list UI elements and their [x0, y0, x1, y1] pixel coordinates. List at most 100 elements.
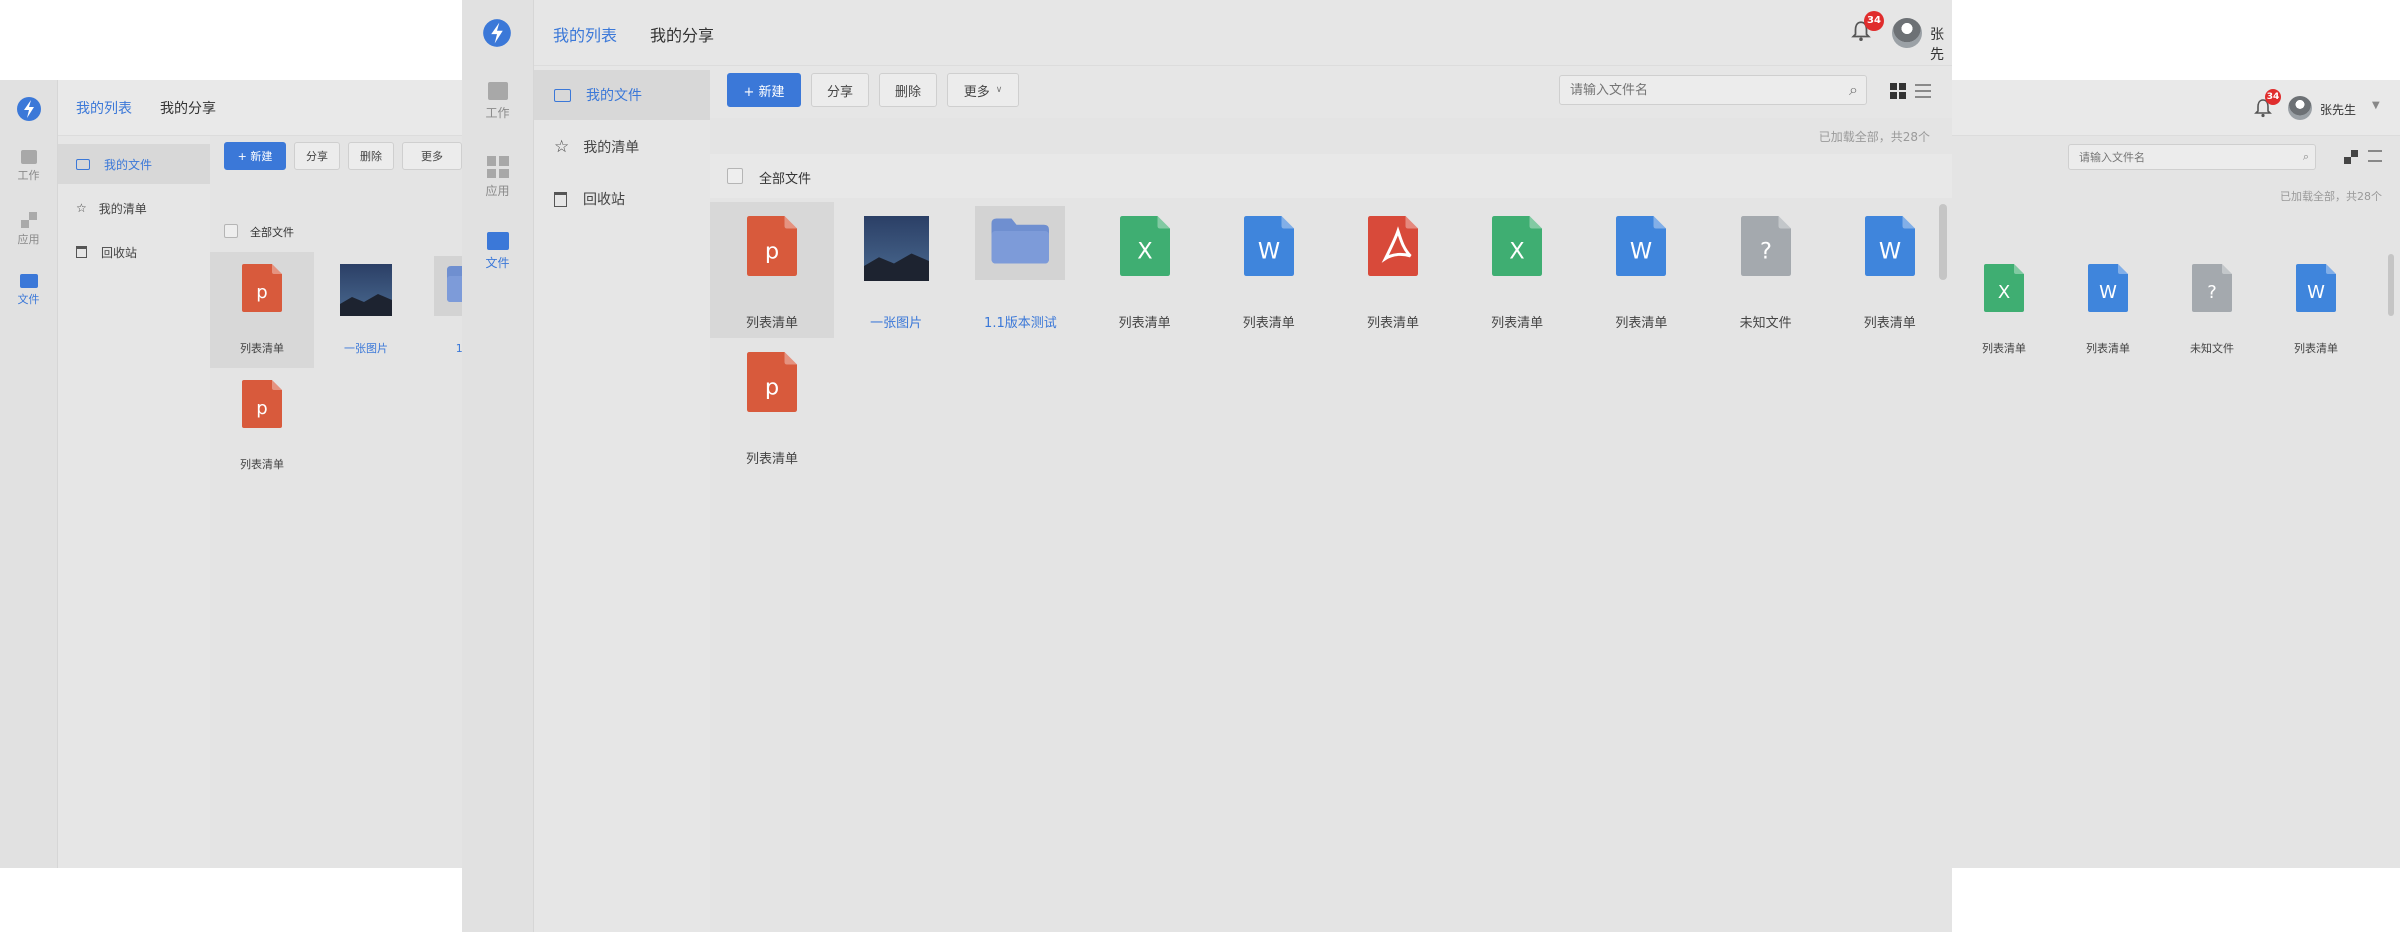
- list-view-icon[interactable]: [1915, 84, 1931, 98]
- file-name: 列表清单: [745, 452, 798, 467]
- tab-my-share[interactable]: 我的分享: [650, 22, 714, 46]
- new-button[interactable]: + 新建: [224, 142, 286, 170]
- file-item[interactable]: 列表清单: [1331, 202, 1455, 338]
- search-field[interactable]: ⌕: [1559, 75, 1867, 105]
- file-item[interactable]: W 列表清单: [2056, 252, 2160, 368]
- nav-item-my-files[interactable]: 我的文件: [58, 144, 210, 184]
- file-item[interactable]: 一张图片: [834, 202, 958, 338]
- file-name: 列表清单: [745, 316, 798, 331]
- avatar[interactable]: [2288, 96, 2312, 120]
- ppt-file-icon: p: [710, 216, 834, 280]
- file-item[interactable]: X 列表清单: [1083, 202, 1207, 338]
- file-item[interactable]: W 列表清单: [1579, 202, 1703, 338]
- file-item[interactable]: p 列表清单: [710, 202, 834, 338]
- file-item[interactable]: p 列表清单: [210, 368, 314, 484]
- svg-text:X: X: [1998, 282, 2010, 303]
- scrollbar[interactable]: [2388, 254, 2394, 316]
- file-name: 列表清单: [1982, 342, 2026, 355]
- search-field[interactable]: ⌕: [2068, 144, 2316, 170]
- file-item[interactable]: W 列表清单: [1207, 202, 1331, 338]
- load-status: 已加载全部，共28个: [1818, 130, 1930, 144]
- user-name[interactable]: 张先生: [2320, 101, 2356, 118]
- file-name: 未知文件: [1739, 316, 1792, 331]
- svg-text:W: W: [2099, 282, 2117, 303]
- avatar[interactable]: [1892, 18, 1922, 48]
- search-input[interactable]: [2079, 150, 2303, 164]
- share-button[interactable]: 分享: [811, 73, 869, 107]
- rail-item-work[interactable]: 工作: [462, 82, 533, 121]
- left-topbar: 我的列表 我的分享: [58, 80, 462, 136]
- more-button[interactable]: 更多: [402, 142, 462, 170]
- search-input[interactable]: [1570, 82, 1850, 98]
- grid-view-icon[interactable]: [2344, 150, 2358, 164]
- svg-text:?: ?: [2207, 282, 2217, 303]
- nav-item-my-checklist[interactable]: ☆ 我的清单: [58, 188, 210, 228]
- left-rail: 工作 应用 文件: [0, 80, 58, 868]
- main-rail: 工作 应用 文件: [462, 0, 534, 932]
- nav-item-my-checklist[interactable]: ☆ 我的清单: [534, 122, 710, 172]
- notification-badge: 34: [1864, 11, 1884, 31]
- file-name: 列表清单: [240, 458, 284, 471]
- file-item[interactable]: p 列表清单: [710, 338, 834, 474]
- nav-item-trash[interactable]: 回收站: [58, 232, 210, 272]
- nav-item-trash[interactable]: 回收站: [534, 174, 710, 224]
- load-status: 已加载全部，共28个: [2280, 190, 2382, 203]
- file-name: 列表清单: [1118, 316, 1171, 331]
- excel-file-icon: X: [1952, 264, 2056, 316]
- rail-item-files[interactable]: 文件: [462, 232, 533, 271]
- app-logo-icon: [16, 96, 42, 126]
- file-item[interactable]: 一张图片: [314, 252, 418, 368]
- rail-item-apps[interactable]: 应用: [0, 212, 57, 247]
- file-item[interactable]: W 列表清单: [1828, 202, 1952, 338]
- file-item[interactable]: ? 未知文件: [1704, 202, 1828, 338]
- file-name: 一张图片: [870, 316, 923, 331]
- folder-icon: [19, 274, 38, 288]
- grid-view-icon[interactable]: [1890, 83, 1906, 99]
- tab-my-share[interactable]: 我的分享: [160, 98, 216, 118]
- svg-text:W: W: [1630, 239, 1652, 265]
- svg-text:p: p: [256, 282, 267, 303]
- word-file-icon: W: [2264, 264, 2368, 316]
- search-icon: ⌕: [2302, 150, 2309, 163]
- svg-text:p: p: [765, 375, 779, 401]
- rail-item-apps[interactable]: 应用: [462, 156, 533, 199]
- folder-outline-icon: [76, 158, 90, 170]
- left-content: + 新建 分享 删除 更多 全部文件 p 列表清单 一张图片 1.1版 p 列表清单: [210, 136, 462, 868]
- file-item[interactable]: X 列表清单: [1952, 252, 2056, 368]
- trash-icon: [554, 191, 567, 207]
- star-icon: ☆: [554, 137, 570, 157]
- notification-badge: 34: [2265, 89, 2281, 105]
- svg-text:X: X: [1137, 239, 1152, 265]
- chevron-down-icon[interactable]: ▼: [2372, 100, 2380, 111]
- more-button[interactable]: 更多 ∨: [947, 73, 1019, 107]
- unknown-file-icon: ?: [2160, 264, 2264, 316]
- file-item[interactable]: 1.1版本测试: [958, 202, 1082, 338]
- file-item[interactable]: X 列表清单: [1455, 202, 1579, 338]
- file-item[interactable]: p 列表清单: [210, 252, 314, 368]
- file-item[interactable]: ? 未知文件: [2160, 252, 2264, 368]
- toolbar: + 新建 分享 删除 更多 ∨ ⌕: [710, 66, 1952, 118]
- delete-button[interactable]: 删除: [879, 73, 937, 107]
- rail-item-work[interactable]: 工作: [0, 150, 57, 183]
- rail-item-files[interactable]: 文件: [0, 274, 57, 307]
- file-name: 列表清单: [1491, 316, 1544, 331]
- delete-button[interactable]: 删除: [348, 142, 394, 170]
- excel-file-icon: X: [1083, 216, 1207, 280]
- file-name: 列表清单: [2086, 342, 2130, 355]
- tab-my-list[interactable]: 我的列表: [76, 98, 132, 118]
- file-item[interactable]: 1.1版: [418, 252, 462, 368]
- trash-icon: [76, 246, 87, 258]
- list-view-icon[interactable]: [2368, 150, 2382, 162]
- select-all-checkbox[interactable]: [224, 224, 238, 238]
- word-file-icon: W: [2056, 264, 2160, 316]
- grid-icon: [20, 212, 37, 228]
- new-button[interactable]: + 新建: [727, 73, 801, 107]
- file-name: 列表清单: [1242, 316, 1295, 331]
- share-button[interactable]: 分享: [294, 142, 340, 170]
- nav-item-my-files[interactable]: 我的文件: [534, 70, 710, 120]
- svg-text:W: W: [1879, 239, 1901, 265]
- file-item[interactable]: W 列表清单: [2264, 252, 2368, 368]
- select-all-checkbox[interactable]: [727, 168, 743, 184]
- tab-my-list[interactable]: 我的列表: [553, 22, 617, 46]
- main-content: + 新建 分享 删除 更多 ∨ ⌕ 已加载全部，共28个 全部文件 p列表清单一: [710, 66, 1952, 932]
